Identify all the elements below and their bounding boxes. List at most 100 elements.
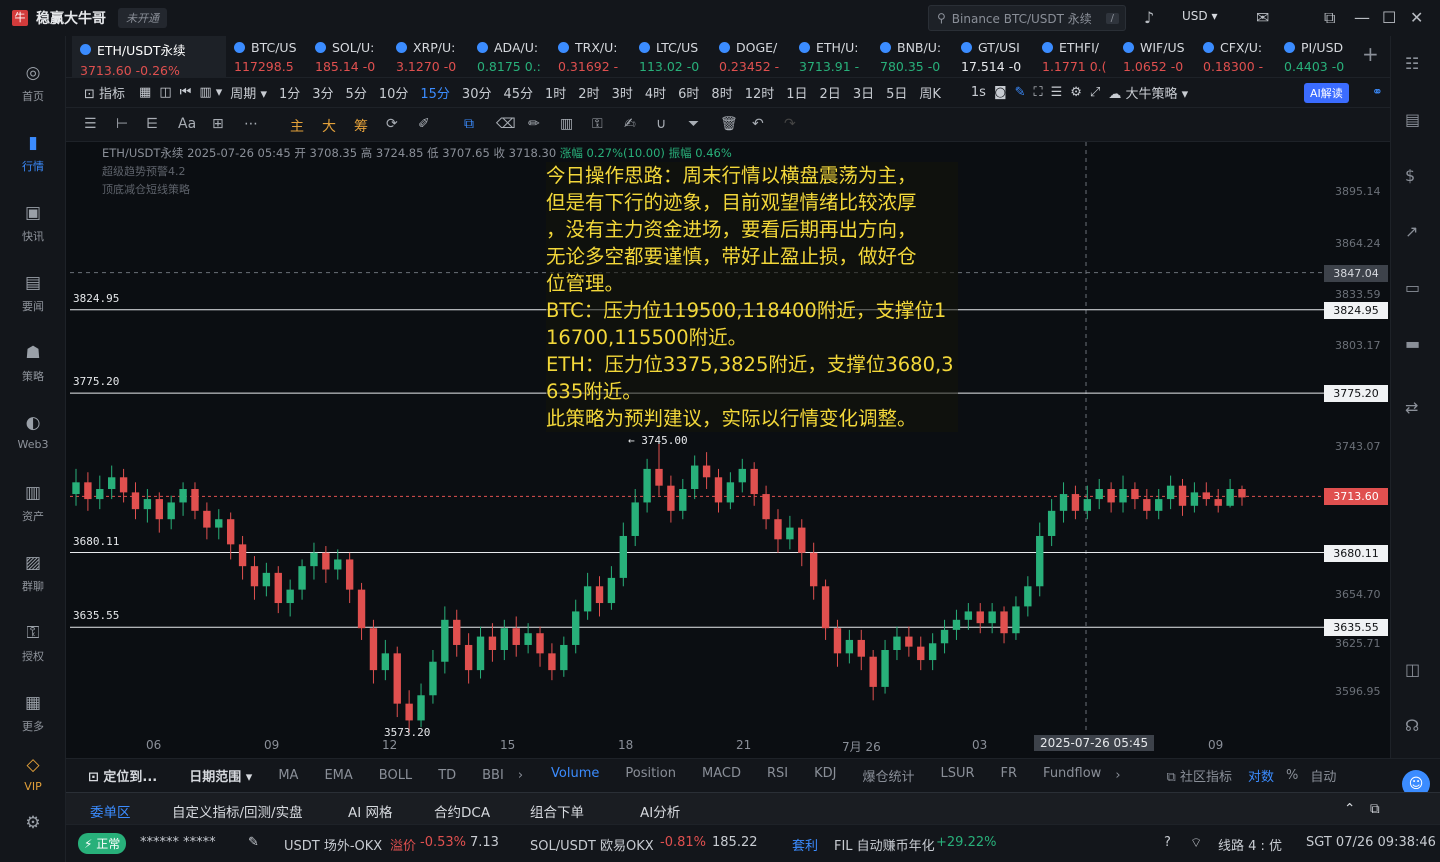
auto-toggle[interactable]: 自动 <box>1310 766 1336 785</box>
expand-icon[interactable]: ⤢ <box>1090 85 1100 100</box>
bottom-tab-1[interactable]: 自定义指标/回测/实盘 <box>172 801 303 821</box>
tab-ethu[interactable]: ETH/U: 3713.91 - <box>791 36 871 78</box>
swap-icon[interactable]: ⇄ <box>1405 398 1418 417</box>
indicator-ma[interactable]: MA <box>278 768 298 783</box>
hline-icon[interactable]: ⊢ <box>116 116 128 132</box>
interval-3时[interactable]: 3时 <box>612 83 633 102</box>
sec-button[interactable]: 1s <box>971 85 986 100</box>
arbitrage-link[interactable]: 套利 <box>792 835 818 854</box>
fullscreen-icon[interactable]: ⛶ <box>1033 85 1042 100</box>
indicator-label-2[interactable]: 顶底减仓短线策略 <box>102 181 190 197</box>
monitor-icon[interactable]: ▭ <box>1405 278 1420 297</box>
tab-gtusi[interactable]: GT/USI 17.514 -0 <box>953 36 1033 78</box>
watchlist-icon[interactable]: ☷ <box>1405 54 1419 73</box>
note-icon[interactable]: ✍ <box>624 116 636 132</box>
headset-icon[interactable]: ☊ <box>1405 716 1419 735</box>
date-range-select[interactable]: 日期范围 ▾ <box>189 766 252 785</box>
interval-3日[interactable]: 3日 <box>853 83 874 102</box>
interval-5日[interactable]: 5日 <box>886 83 907 102</box>
tab-adau[interactable]: ADA/U: 0.8175 0.: <box>469 36 549 78</box>
indicator-ema[interactable]: EMA <box>324 768 352 783</box>
card-icon[interactable]: ▬ <box>1405 334 1420 353</box>
network-line[interactable]: 线路 4 : 优 <box>1218 835 1282 854</box>
pencil-icon[interactable]: ✏ <box>528 116 540 132</box>
gear-icon[interactable]: ⚙ <box>1070 85 1082 100</box>
tab-trxu[interactable]: TRX/U: 0.31692 - <box>550 36 630 78</box>
user-account[interactable]: ****** ***** <box>140 835 216 850</box>
sub-indicator-2[interactable]: MACD <box>702 766 741 785</box>
bell-icon[interactable]: ♪ <box>1144 8 1154 28</box>
sidebar-item-auth[interactable]: ⚿ 授权 <box>0 622 66 664</box>
layout-panel-icon[interactable]: ◫ <box>1405 660 1420 679</box>
sidebar-item-web3[interactable]: ◐ Web3 <box>0 412 66 451</box>
big-tool[interactable]: 大 <box>322 116 336 136</box>
tab-xrpu[interactable]: XRP/U: 3.1270 -0 <box>388 36 468 78</box>
edit-icon[interactable]: ✎ <box>248 835 259 850</box>
sidebar-item-flash[interactable]: ▣ 快讯 <box>0 202 66 244</box>
usdt-otc-label[interactable]: USDT 场外-OKX <box>284 835 382 854</box>
sidebar-item-chat[interactable]: ▨ 群聊 <box>0 552 66 594</box>
interval-1时[interactable]: 1时 <box>545 83 566 102</box>
bottom-tab-4[interactable]: 组合下单 <box>530 801 584 821</box>
interval-5分[interactable]: 5分 <box>346 83 367 102</box>
currency-select[interactable]: USD ▾ <box>1182 9 1217 23</box>
bottom-tab-5[interactable]: AI分析 <box>640 801 680 821</box>
calendar-icon[interactable]: ▦ <box>139 85 151 100</box>
interval-1日[interactable]: 1日 <box>786 83 807 102</box>
camera-icon[interactable]: ◙ <box>994 85 1007 100</box>
interval-8时[interactable]: 8时 <box>711 83 732 102</box>
search-input[interactable]: ⚲ Binance BTC/USDT 永续 / <box>928 5 1126 31</box>
interval-周K[interactable]: 周K <box>919 83 941 102</box>
eraser-icon[interactable]: ⌫ <box>496 116 516 132</box>
interval-45分[interactable]: 45分 <box>503 83 533 102</box>
indicator-td[interactable]: TD <box>438 768 456 783</box>
close-icon[interactable]: ✕ <box>1410 8 1423 28</box>
sub-indicator-1[interactable]: Position <box>625 766 676 785</box>
minimize-icon[interactable]: — <box>1354 8 1370 28</box>
sub-indicator-4[interactable]: KDJ <box>814 766 836 785</box>
sidebar-item-news[interactable]: ▤ 要闻 <box>0 272 66 314</box>
magnet-icon[interactable]: ∪ <box>656 116 666 132</box>
trash-icon[interactable]: 🗑 <box>720 116 738 132</box>
fib-icon[interactable]: ⋿ <box>146 116 158 132</box>
copy-icon[interactable]: ⧉ <box>464 116 474 132</box>
refresh-icon[interactable]: ⟳ <box>386 116 398 132</box>
main-tool[interactable]: 主 <box>290 116 304 136</box>
interval-10分[interactable]: 10分 <box>379 83 409 102</box>
interval-2时[interactable]: 2时 <box>578 83 599 102</box>
sub-indicator-3[interactable]: RSI <box>767 766 788 785</box>
chip-tool[interactable]: 筹 <box>354 116 368 136</box>
signal-icon[interactable]: ↗ <box>1405 222 1418 241</box>
interval-1分[interactable]: 1分 <box>279 83 300 102</box>
interval-4时[interactable]: 4时 <box>645 83 666 102</box>
tab-ethfi[interactable]: ETHFI/1.1771 0.( <box>1034 36 1114 78</box>
sidebar-item-market[interactable]: ▮ 行情 <box>0 132 66 174</box>
indicator-button[interactable]: ⊡ 指标 <box>84 83 125 102</box>
share-icon[interactable]: ⚭ <box>1372 85 1383 100</box>
popout-icon[interactable]: ⧉ <box>1324 8 1335 28</box>
dollar-icon[interactable]: $ <box>1405 166 1415 185</box>
tab-ltcus[interactable]: LTC/US 113.02 -0 <box>631 36 711 78</box>
bottom-tab-2[interactable]: AI 网格 <box>348 801 393 821</box>
log-toggle[interactable]: 对数 <box>1248 766 1274 785</box>
period-select[interactable]: 周期 ▾ <box>230 83 267 102</box>
interval-3分[interactable]: 3分 <box>312 83 333 102</box>
bottom-tab-3[interactable]: 合约DCA <box>434 801 490 821</box>
candlestick-chart[interactable]: ETH/USDT永续 2025-07-26 05:45 开 3708.35 高 … <box>70 142 1390 758</box>
strategy-select[interactable]: ☁ 大牛策略 ▾ <box>1108 83 1188 102</box>
interval-30分[interactable]: 30分 <box>462 83 492 102</box>
sol-ticker[interactable]: SOL/USDT 欧易OKX <box>530 835 654 854</box>
lock-icon[interactable]: ⚿ <box>592 116 603 132</box>
locate-button[interactable]: ⊡ 定位到... <box>88 766 157 785</box>
tab-bnbu[interactable]: BNB/U: 780.35 -0 <box>872 36 952 78</box>
sidebar-item-assets[interactable]: ▥ 资产 <box>0 482 66 524</box>
not-open-badge[interactable]: 未开通 <box>118 8 167 28</box>
tab-ethusdt[interactable]: ETH/USDT永续 3713.60 -0.26% <box>72 36 226 78</box>
layout-icon[interactable]: ◫ <box>159 85 171 100</box>
replay-icon[interactable]: ⏮ <box>180 85 192 100</box>
tab-piusd[interactable]: PI/USD 0.4403 -0 <box>1276 36 1356 78</box>
indicator-label-1[interactable]: 超级趋势预警4.2 <box>102 163 186 179</box>
tab-doge[interactable]: DOGE/0.23452 - <box>711 36 791 78</box>
chevron-right-icon[interactable]: › <box>1115 768 1120 783</box>
tab-solu[interactable]: SOL/U: 185.14 -0 <box>307 36 387 78</box>
